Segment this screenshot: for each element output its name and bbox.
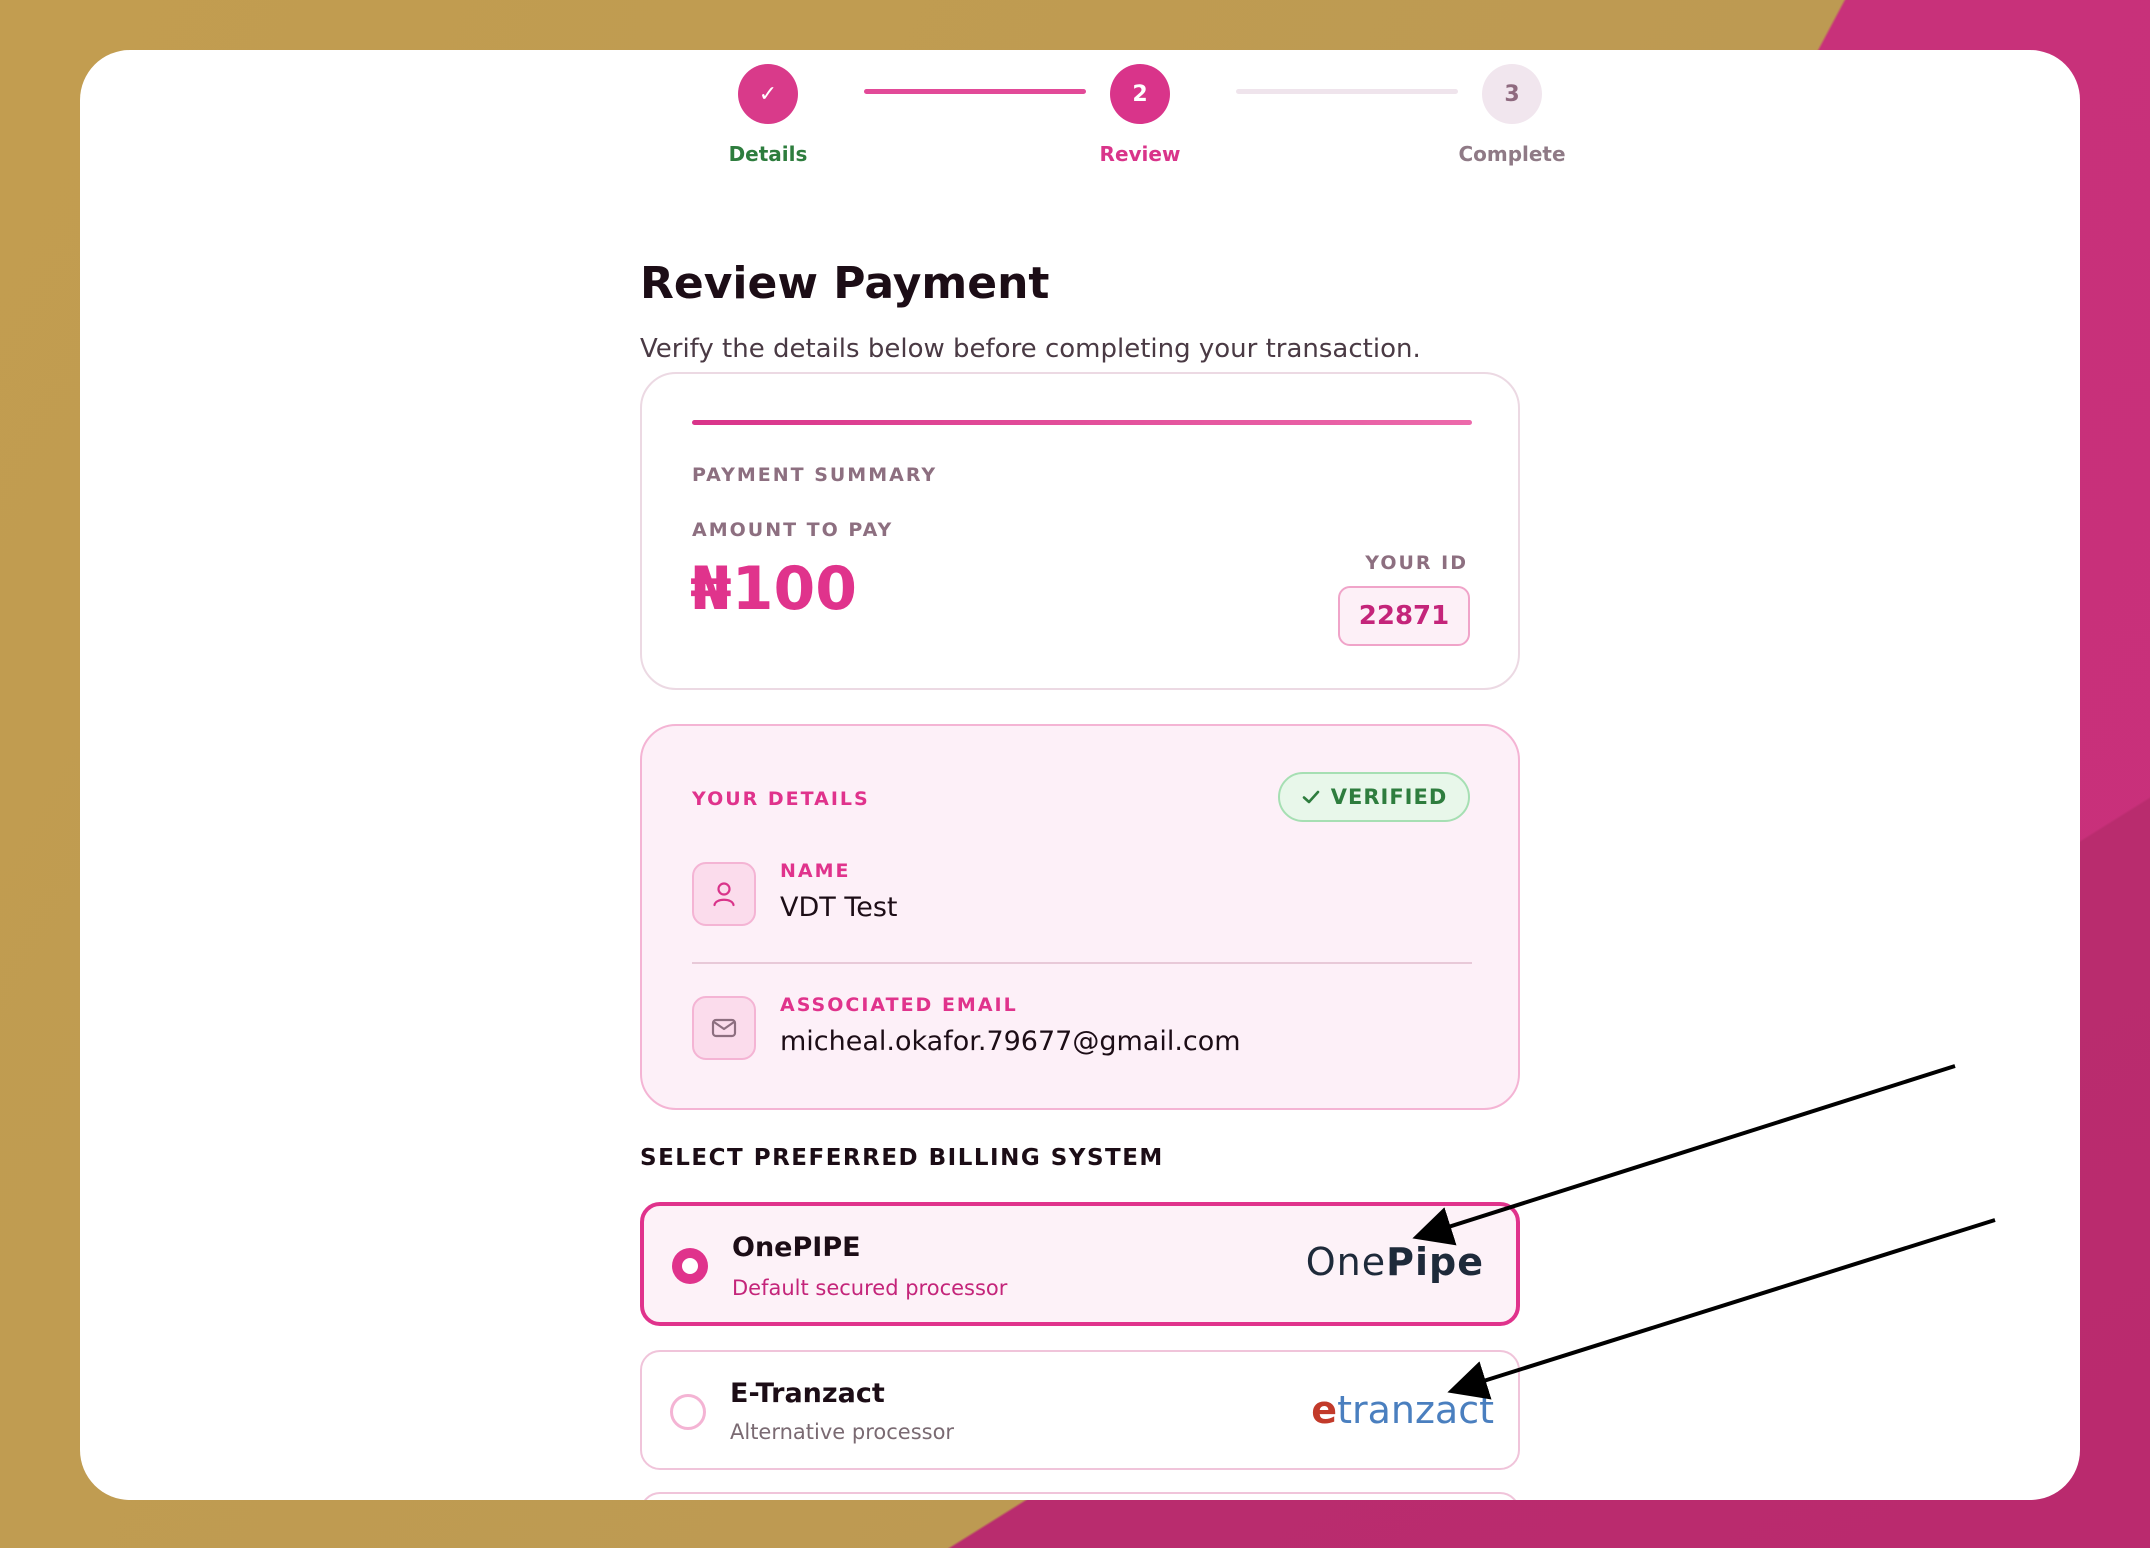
amount-value: ₦100 — [690, 554, 857, 624]
amount-label: AMOUNT TO PAY — [692, 519, 894, 541]
billing-heading: SELECT PREFERRED BILLING SYSTEM — [640, 1145, 1164, 1171]
radio-selected[interactable] — [672, 1248, 708, 1284]
billing-option-etranzact[interactable]: E-Tranzact Alternative processor etranza… — [640, 1350, 1520, 1470]
verified-label: VERIFIED — [1330, 785, 1448, 809]
review-card: ✓ Details 2 Review 3 Complete Review Pay… — [80, 50, 2080, 1500]
page-title: Review Payment — [640, 258, 1050, 309]
step-label: Review — [1099, 142, 1181, 166]
billing-option-partial[interactable] — [640, 1492, 1520, 1500]
name-value: VDT Test — [780, 892, 898, 923]
step-label: Complete — [1458, 142, 1566, 166]
option-name: OnePIPE — [732, 1232, 861, 1263]
details-divider — [692, 962, 1472, 964]
step-label: Details — [728, 142, 808, 166]
email-value: micheal.okafor.79677@gmail.com — [780, 1026, 1241, 1057]
radio-unselected[interactable] — [670, 1394, 706, 1430]
option-name: E-Tranzact — [730, 1378, 885, 1409]
id-label: YOUR ID — [1365, 552, 1468, 574]
summary-heading: PAYMENT SUMMARY — [692, 464, 938, 486]
billing-option-onepipe[interactable]: OnePIPE Default secured processor OnePip… — [640, 1202, 1520, 1326]
mail-icon — [692, 996, 756, 1060]
summary-accent-line — [692, 420, 1472, 425]
your-details-card: YOUR DETAILS VERIFIED NAME VDT Test ASSO… — [640, 724, 1520, 1110]
etranzact-logo: etranzact — [1311, 1388, 1494, 1432]
progress-stepper: ✓ Details 2 Review 3 Complete — [640, 50, 1600, 210]
step-review: 2 Review — [1060, 64, 1220, 166]
id-value: 22871 — [1338, 586, 1470, 646]
checkmark-icon: ✓ — [738, 64, 798, 124]
email-label: ASSOCIATED EMAIL — [780, 994, 1018, 1016]
option-subtitle: Alternative processor — [730, 1420, 955, 1444]
step-number: 2 — [1110, 64, 1170, 124]
option-subtitle: Default secured processor — [732, 1276, 1008, 1300]
step-complete: 3 Complete — [1432, 64, 1592, 166]
name-label: NAME — [780, 860, 851, 882]
step-connector-pending — [1236, 89, 1458, 94]
payment-summary-card: PAYMENT SUMMARY AMOUNT TO PAY ₦100 YOUR … — [640, 372, 1520, 690]
verified-badge: VERIFIED — [1278, 772, 1470, 822]
user-icon — [692, 862, 756, 926]
check-icon — [1302, 790, 1320, 804]
step-connector-completed — [864, 89, 1086, 94]
details-heading: YOUR DETAILS — [692, 788, 870, 810]
page-subtitle: Verify the details below before completi… — [640, 334, 1421, 364]
step-number: 3 — [1482, 64, 1542, 124]
step-details: ✓ Details — [688, 64, 848, 166]
onepipe-logo: OnePipe — [1305, 1240, 1484, 1284]
